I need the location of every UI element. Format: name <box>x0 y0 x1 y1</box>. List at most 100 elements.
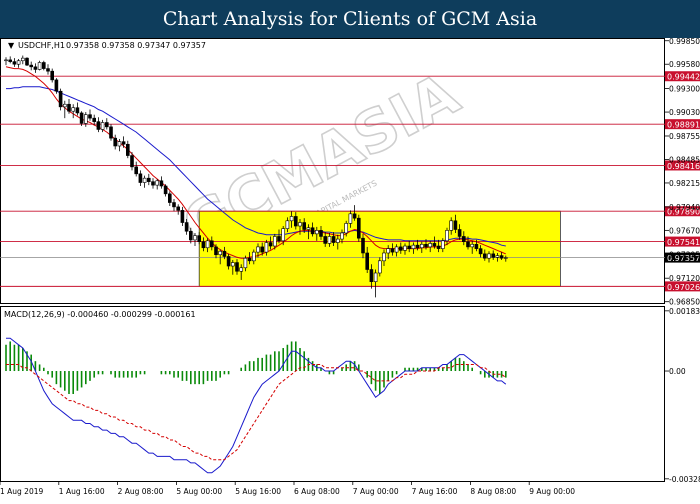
candle-body <box>487 253 491 259</box>
candle-body <box>285 220 290 229</box>
candle-body <box>172 202 176 208</box>
price-y-tick-label: 0.99300 <box>669 85 700 94</box>
candle-body <box>4 59 8 62</box>
banner: Chart Analysis for Clients of GCM Asia <box>0 0 700 38</box>
candle-body <box>184 222 189 232</box>
candle-body <box>105 122 109 128</box>
candle-body <box>394 246 399 253</box>
candle-body <box>449 220 454 231</box>
candle-body <box>201 241 206 249</box>
candle-body <box>50 70 55 81</box>
candle-body <box>126 143 130 156</box>
price-y-tick-label: 0.99850 <box>669 38 700 46</box>
price-y-tick-label: 0.98215 <box>669 179 700 188</box>
macd-main-line <box>6 337 507 474</box>
candle-body <box>58 90 63 108</box>
candle-body <box>289 216 294 222</box>
candle-body <box>197 235 201 242</box>
candle-body <box>210 240 214 248</box>
ohlc-header: 0.97358 0.97358 0.97347 0.97357 <box>66 41 206 50</box>
candle-body <box>457 229 462 237</box>
candle-body <box>440 240 445 249</box>
price-y-tick-label: 0.97120 <box>669 274 700 283</box>
candle-body <box>62 103 67 108</box>
candle-body <box>491 253 496 258</box>
candle-body <box>340 232 344 240</box>
macd-y-tick-label: 0.00 <box>669 367 686 376</box>
price-y-tick-label: 0.96850 <box>669 298 700 307</box>
candle-body <box>12 61 17 65</box>
candle-body <box>256 246 260 253</box>
candle-body <box>117 141 122 147</box>
candle-body <box>29 64 34 68</box>
price-y-tick-label: 0.99030 <box>669 108 700 117</box>
candle-body <box>302 222 307 230</box>
candle-body <box>314 230 319 235</box>
x-tick-label: 5 Aug 00:00 <box>176 487 222 496</box>
x-tick-label: 5 Aug 16:00 <box>235 487 281 496</box>
candle-body <box>499 255 504 259</box>
candle-body <box>356 217 361 239</box>
candle-body <box>159 180 164 187</box>
candle-body <box>20 57 25 62</box>
price-y-tick-label: 0.99580 <box>669 60 700 69</box>
candle-body <box>335 238 340 243</box>
candle-body <box>67 103 71 112</box>
candle-body <box>310 227 315 235</box>
candle-body <box>46 68 50 72</box>
candle-body <box>432 243 437 247</box>
candle-body <box>8 59 12 62</box>
candle-body <box>33 66 38 70</box>
candle-body <box>373 272 378 282</box>
chart-frame: GCMASIA GLOBAL CAPITAL MARKETS 0.99442 0.… <box>0 37 700 500</box>
candle-body <box>470 243 475 248</box>
candle-body <box>424 243 428 248</box>
candle-body <box>218 250 222 256</box>
macd-header: MACD(12,26,9) -0.000460 -0.000299 -0.000… <box>4 310 196 319</box>
candle-body <box>155 180 159 186</box>
price-y-tick-label: 0.98485 <box>669 155 700 164</box>
candle-body <box>415 244 420 249</box>
candle-body <box>205 240 210 249</box>
x-axis: 1 Aug 2019 1 Aug 16:00 2 Aug 08:00 5 Aug 00… <box>0 481 575 496</box>
macd-y-tick-label: -0.003284 <box>669 475 700 484</box>
candle-body <box>96 121 101 130</box>
x-tick-label: 2 Aug 08:00 <box>118 487 164 496</box>
candle-body <box>163 185 168 195</box>
candle-body <box>386 248 391 254</box>
candle-body <box>142 177 147 183</box>
candle-body <box>361 237 365 254</box>
candle-body <box>281 228 286 242</box>
x-tick-label: 1 Aug 2019 <box>0 487 43 496</box>
candle-body <box>407 245 412 249</box>
x-tick-label: 7 Aug 00:00 <box>353 487 399 496</box>
candle-body <box>88 114 92 119</box>
candle-body <box>130 155 134 168</box>
candle-body <box>109 126 113 139</box>
candle-body <box>25 57 29 66</box>
candle-body <box>239 267 243 272</box>
candle-body <box>369 269 374 282</box>
candle-body <box>272 236 277 247</box>
candle-body <box>226 256 231 267</box>
candle-body <box>461 236 466 242</box>
candle-body <box>252 251 256 262</box>
candle-body <box>453 220 458 230</box>
candle-body <box>377 260 382 274</box>
candle-body <box>134 166 138 175</box>
candle-body <box>37 62 42 70</box>
level-label: 0.99442 <box>667 73 700 82</box>
candle-body <box>277 236 281 242</box>
candle-body <box>41 62 46 69</box>
candle-body <box>293 216 298 227</box>
candle-body <box>398 246 403 251</box>
candle-body <box>344 223 349 234</box>
candle-body <box>180 210 185 223</box>
x-tick-label: 1 Aug 16:00 <box>59 487 105 496</box>
level-label: 0.97541 <box>667 238 700 247</box>
level-label: 0.97026 <box>667 283 700 292</box>
candle-body <box>138 173 143 183</box>
candle-body <box>79 112 84 124</box>
x-tick-label: 7 Aug 16:00 <box>412 487 458 496</box>
candle-body <box>100 122 105 130</box>
